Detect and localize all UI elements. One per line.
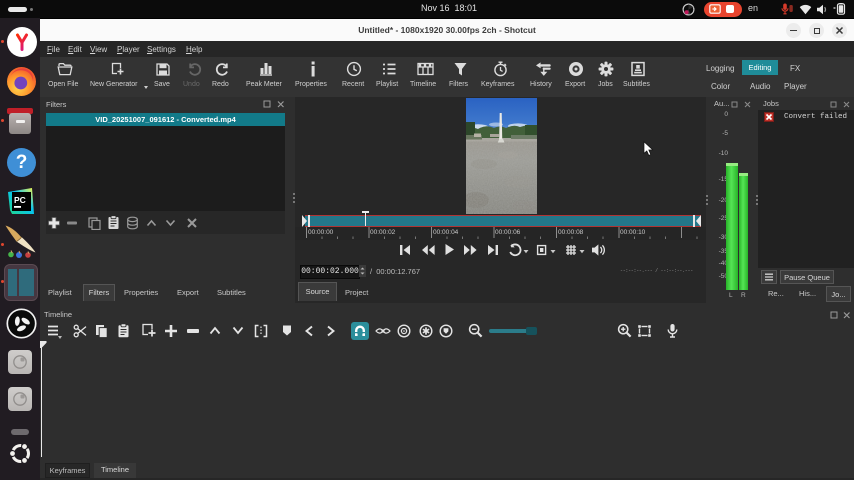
svg-text:PC: PC xyxy=(14,195,26,205)
